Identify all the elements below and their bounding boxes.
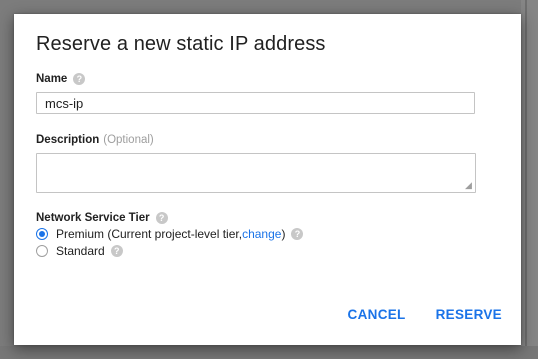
premium-label-suffix: ) (281, 227, 286, 241)
radio-unselected-icon[interactable] (36, 245, 48, 257)
name-label-row: Name ? (36, 73, 86, 85)
description-label: Description (36, 134, 100, 146)
help-icon[interactable]: ? (110, 245, 123, 257)
name-label: Name (36, 73, 68, 85)
description-textarea[interactable] (36, 153, 476, 193)
help-icon[interactable]: ? (73, 73, 86, 85)
help-icon[interactable]: ? (155, 212, 168, 224)
resize-handle-icon[interactable]: ◢ (465, 182, 474, 191)
description-label-row: Description (Optional) (36, 134, 154, 146)
background-panel (521, 0, 538, 359)
radio-selected-icon[interactable] (36, 228, 48, 240)
help-icon[interactable]: ? (291, 228, 304, 240)
cancel-button[interactable]: CANCEL (338, 303, 416, 326)
background-overlay (0, 346, 538, 359)
standard-label: Standard (56, 244, 105, 258)
name-input[interactable] (36, 92, 475, 114)
network-tier-label-row: Network Service Tier ? (36, 212, 168, 224)
dialog-title: Reserve a new static IP address (36, 33, 326, 55)
tier-option-standard[interactable]: Standard ? (36, 244, 123, 258)
network-tier-label: Network Service Tier (36, 212, 150, 224)
background-divider (525, 0, 527, 359)
optional-hint: (Optional) (103, 134, 154, 146)
reserve-button[interactable]: RESERVE (426, 303, 502, 326)
tier-option-premium[interactable]: Premium (Current project-level tier, cha… (36, 227, 304, 241)
change-tier-link[interactable]: change (242, 227, 281, 241)
dialog-actions: CANCEL RESERVE (338, 303, 502, 326)
reserve-ip-dialog: Reserve a new static IP address Name ? D… (14, 14, 521, 345)
premium-label: Premium (Current project-level tier, (56, 227, 243, 241)
